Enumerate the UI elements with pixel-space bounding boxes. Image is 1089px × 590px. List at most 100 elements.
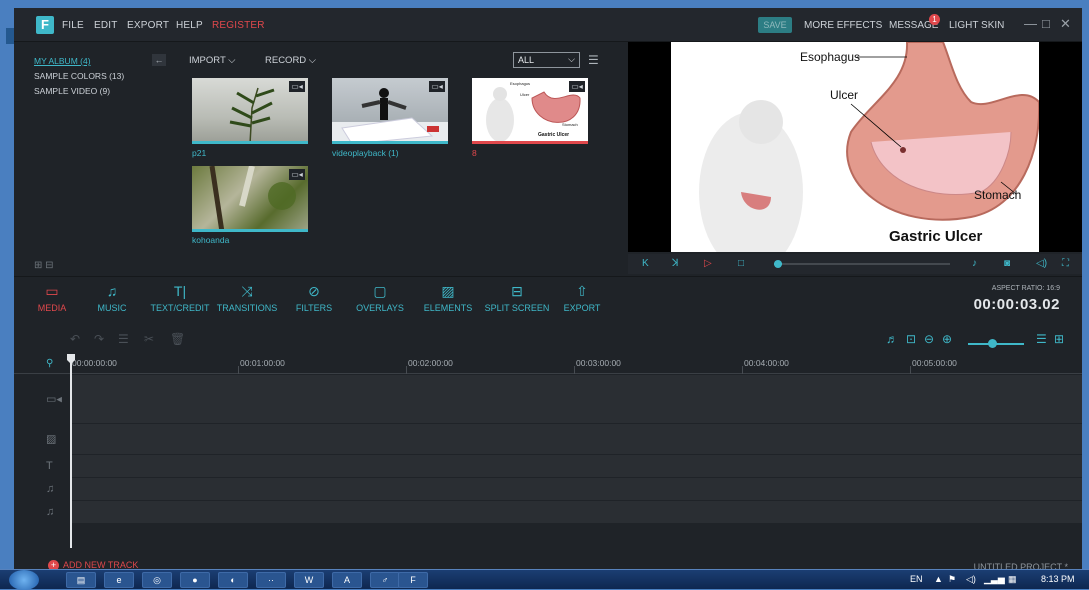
music-icon: ♫	[106, 283, 118, 299]
filmora-taskbar-icon[interactable]: F	[398, 572, 428, 588]
stop-icon[interactable]: □	[738, 258, 744, 269]
album-sample-video[interactable]: SAMPLE VIDEO (9)	[34, 86, 110, 96]
save-button[interactable]: SAVE	[758, 17, 792, 33]
music-track-icon: ♫	[46, 483, 55, 495]
explorer-icon[interactable]: ▤	[66, 572, 96, 588]
tab-media[interactable]: ▭ MEDIA	[32, 281, 72, 321]
thumb-label-stomach: Stomach	[562, 122, 578, 127]
zoom-in-icon[interactable]: ⊕	[942, 332, 952, 346]
thumb-highlight-bar	[332, 141, 448, 144]
tab-elements[interactable]: ▨ ELEMENTS	[422, 281, 474, 321]
grid-view-icon[interactable]: ⊞	[1054, 332, 1064, 346]
tab-export[interactable]: ⇧ EXPORT	[560, 281, 604, 321]
export-icon: ⇧	[576, 283, 588, 299]
step-forward-icon[interactable]: ꓘ	[672, 258, 679, 269]
menu-help[interactable]: HELP	[176, 20, 203, 31]
light-skin-link[interactable]: LIGHT SKIN	[949, 20, 1004, 31]
media-thumb-p21[interactable]: ▭◂	[192, 78, 308, 144]
media-thumb-kohoanda[interactable]: ▭◂	[192, 166, 308, 232]
media-player-icon[interactable]: ··	[256, 572, 286, 588]
media-thumb-videoplayback[interactable]: ▭◂	[332, 78, 448, 144]
album-my-album[interactable]: MY ALBUM (4)	[34, 56, 91, 66]
volume-icon[interactable]: ◁)	[1036, 258, 1047, 269]
playback-slider[interactable]	[774, 260, 950, 268]
playhead-line[interactable]	[70, 358, 72, 548]
ie-icon[interactable]: e	[104, 572, 134, 588]
track-body[interactable]	[70, 424, 1082, 454]
redo-icon[interactable]: ↷	[94, 332, 104, 346]
filters-icon: ⊘	[308, 283, 320, 299]
minimize-icon[interactable]: —	[1024, 16, 1037, 31]
timeline-ruler[interactable]: ⚲ 00:00:00:00 00:01:00:00 00:02:00:00 00…	[14, 354, 1082, 374]
add-folder-icon[interactable]: ⊞ ⊟	[34, 260, 54, 271]
feature-tabs: ▭ MEDIA ♫ MUSIC T| TEXT/CREDIT ⤨ TRANSITIONS…	[14, 276, 1082, 322]
opera-icon[interactable]: ●	[180, 572, 210, 588]
play-icon[interactable]: ▷	[704, 258, 712, 269]
pip-track[interactable]: ▨	[14, 424, 1082, 454]
ruler-tick	[406, 366, 407, 374]
import-dropdown[interactable]: IMPORT ⌵	[189, 55, 235, 66]
menu-export[interactable]: EXPORT	[127, 20, 169, 31]
media-thumb-8[interactable]: Esophagus Ulcer Stomach Gastric Ulcer ▭◂	[472, 78, 588, 144]
more-effects-link[interactable]: MORE EFFECTS	[804, 20, 882, 31]
track-body[interactable]	[70, 455, 1082, 477]
slider-knob[interactable]	[774, 260, 782, 268]
album-list: MY ALBUM (4) SAMPLE COLORS (13) SAMPLE V…	[14, 42, 164, 252]
chrome-icon[interactable]: ◎	[142, 572, 172, 588]
word-icon[interactable]: W	[294, 572, 324, 588]
fit-timeline-icon[interactable]: ⊡	[906, 332, 916, 346]
browser-icon[interactable]: ◐	[218, 572, 248, 588]
camera-snapshot-icon[interactable]: ◙	[1004, 258, 1010, 269]
undo-icon[interactable]: ↶	[70, 332, 80, 346]
collapse-arrow-icon[interactable]: ←	[152, 54, 166, 66]
skip-back-icon[interactable]: K	[642, 258, 649, 269]
list-view-icon[interactable]: ☰	[588, 53, 599, 67]
acrobat-icon[interactable]: A	[332, 572, 362, 588]
fullscreen-icon[interactable]: ⛶	[1062, 258, 1069, 269]
ruler-tick	[574, 366, 575, 374]
network-icon[interactable]: ▦	[1008, 574, 1017, 585]
music-track-2[interactable]: ♫	[14, 501, 1082, 523]
record-dropdown[interactable]: RECORD ⌵	[265, 55, 316, 66]
tab-split-screen[interactable]: ⊟ SPLIT SCREEN	[482, 281, 552, 321]
music-track-1[interactable]: ♫	[14, 478, 1082, 500]
track-header: T	[14, 455, 70, 477]
video-camera-icon: ▭◂	[569, 81, 585, 92]
media-filter-select[interactable]: ALL ⌵	[513, 52, 580, 68]
adjust-icon[interactable]: ☰	[118, 332, 129, 346]
list-view-icon[interactable]: ☰	[1036, 332, 1047, 346]
tab-overlays[interactable]: ▢ OVERLAYS	[354, 281, 406, 321]
volume-tray-icon[interactable]: ◁)	[966, 574, 976, 585]
start-button[interactable]	[9, 570, 39, 590]
video-track[interactable]: ▭◂	[14, 375, 1082, 423]
microphone-icon[interactable]: ♪	[972, 258, 977, 269]
menu-edit[interactable]: EDIT	[94, 20, 118, 31]
track-body[interactable]	[70, 478, 1082, 500]
clock[interactable]: 8:13 PM	[1041, 574, 1075, 584]
audio-mixer-icon[interactable]: ♬	[886, 332, 898, 346]
signal-icon[interactable]: ▁▃▅	[984, 574, 1005, 585]
track-header: ♫	[14, 501, 70, 523]
album-sample-colors[interactable]: SAMPLE COLORS (13)	[34, 71, 124, 81]
paint-icon[interactable]: ♂	[370, 572, 400, 588]
text-track[interactable]: T	[14, 455, 1082, 477]
language-indicator[interactable]: EN	[910, 574, 923, 584]
menu-file[interactable]: FILE	[62, 20, 84, 31]
tab-transitions[interactable]: ⤨ TRANSITIONS	[214, 281, 280, 321]
track-body[interactable]	[70, 501, 1082, 523]
tab-music[interactable]: ♫ MUSIC	[92, 281, 132, 321]
track-body[interactable]	[70, 375, 1082, 423]
tab-text-credit[interactable]: T| TEXT/CREDIT	[148, 281, 212, 321]
delete-icon[interactable]: 🗑	[170, 332, 185, 346]
cut-icon[interactable]: ✂	[144, 332, 154, 346]
playback-controls: K ꓘ ▷ □ ♪ ◙ ◁) ⛶	[628, 254, 1082, 274]
zoom-out-icon[interactable]: ⊖	[924, 332, 934, 346]
tab-filters[interactable]: ⊘ FILTERS	[294, 281, 334, 321]
tray-arrow-icon[interactable]: ▲	[934, 574, 943, 584]
close-icon[interactable]: ✕	[1060, 16, 1071, 32]
menu-register[interactable]: REGISTER	[212, 20, 265, 31]
maximize-icon[interactable]: □	[1042, 16, 1050, 31]
flag-icon[interactable]: ⚑	[948, 574, 956, 585]
zoom-slider-knob[interactable]	[988, 339, 997, 348]
snap-icon[interactable]: ⚲	[46, 358, 53, 369]
